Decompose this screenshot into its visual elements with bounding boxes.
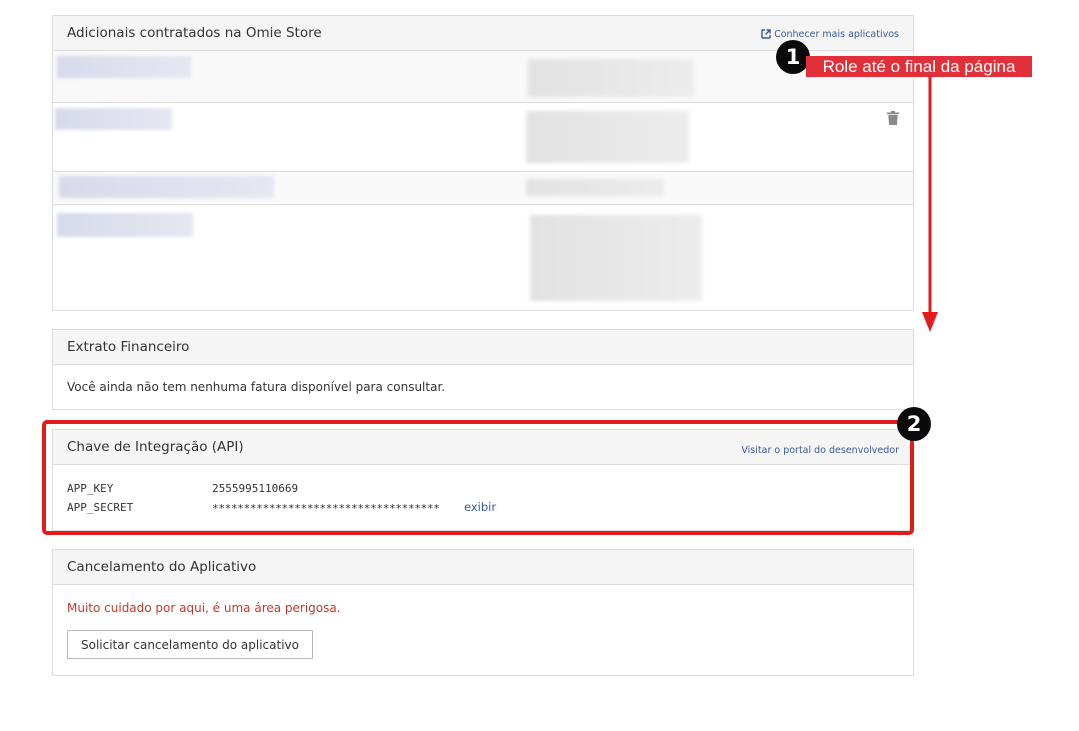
- cancel-panel: Cancelamento do Aplicativo Muito cuidado…: [52, 549, 914, 676]
- external-link-icon: [761, 29, 771, 39]
- redacted-info: [526, 179, 664, 196]
- redacted-name: [57, 213, 193, 237]
- addon-row: [53, 172, 913, 205]
- redacted-name: [59, 176, 274, 198]
- step-1-marker: 1: [776, 40, 810, 74]
- danger-warning: Muito cuidado por aqui, é uma área perig…: [67, 601, 341, 615]
- cancel-panel-header: Cancelamento do Aplicativo: [53, 550, 913, 585]
- scroll-instruction-callout: Role até o final da página: [806, 56, 1032, 77]
- addons-panel-title: Adicionais contratados na Omie Store: [67, 25, 322, 41]
- redacted-name: [55, 108, 172, 130]
- scroll-down-arrow-icon: [922, 76, 938, 332]
- statement-empty-message: Você ainda não tem nenhuma fatura dispon…: [67, 380, 446, 394]
- request-cancellation-button[interactable]: Solicitar cancelamento do aplicativo: [67, 630, 313, 659]
- redacted-info: [526, 111, 689, 163]
- more-apps-link-label: Conhecer mais aplicativos: [774, 28, 899, 40]
- step-2-marker: 2: [897, 407, 931, 441]
- redacted-info: [528, 59, 694, 97]
- statement-panel-title: Extrato Financeiro: [67, 339, 190, 355]
- statement-panel-header: Extrato Financeiro: [53, 330, 913, 365]
- cancel-panel-title: Cancelamento do Aplicativo: [67, 559, 257, 575]
- trash-icon[interactable]: [887, 111, 899, 125]
- statement-panel: Extrato Financeiro Você ainda não tem ne…: [52, 329, 914, 410]
- addon-row: [53, 205, 913, 310]
- addon-row: [53, 103, 913, 172]
- redacted-info: [530, 215, 702, 301]
- api-highlight-box: [42, 420, 914, 535]
- redacted-name: [57, 56, 191, 78]
- more-apps-link[interactable]: Conhecer mais aplicativos: [761, 29, 899, 40]
